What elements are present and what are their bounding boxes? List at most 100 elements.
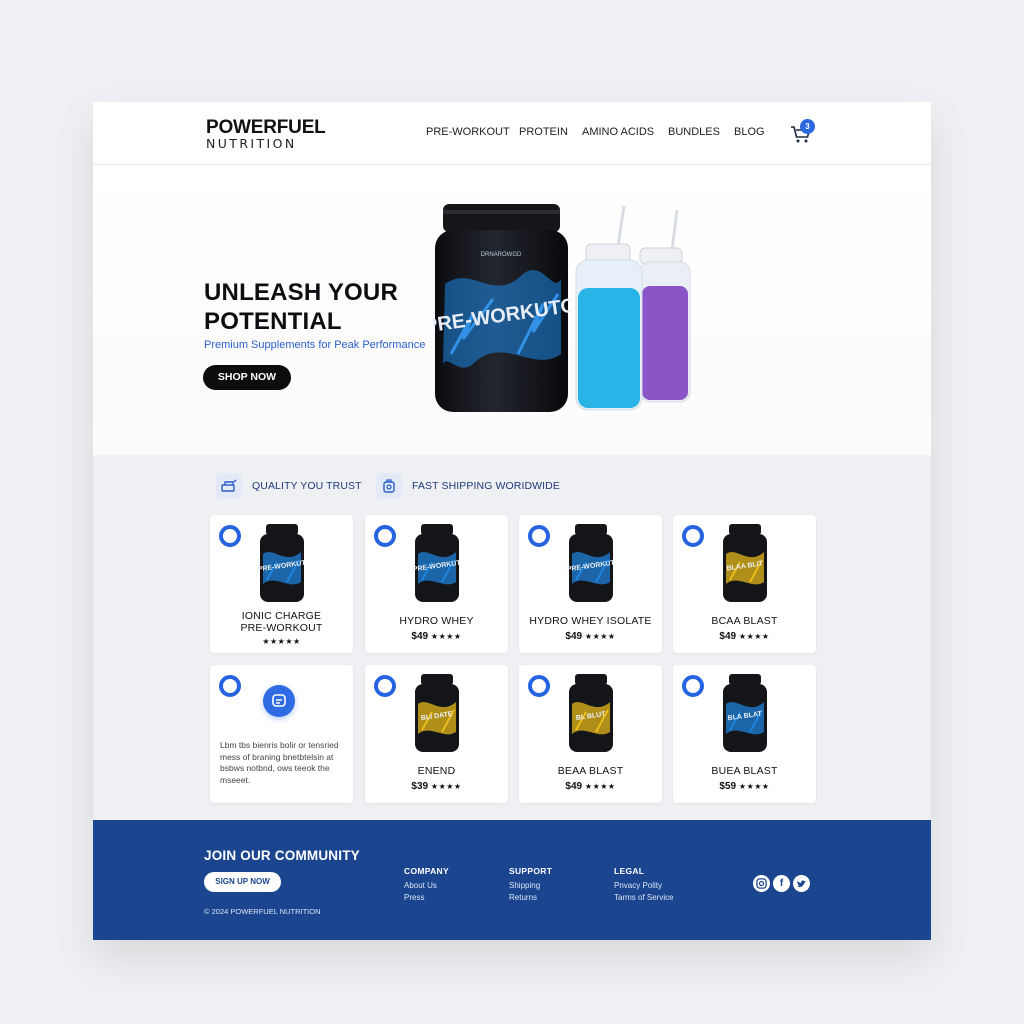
nav-item-pre-workout[interactable]: PRE-WORKOUT: [426, 126, 510, 138]
product-card[interactable]: BLI DATE ENEND $39 ★★★★: [365, 665, 508, 803]
footer-heading-legal: LEGAL: [614, 866, 645, 876]
product-card[interactable]: BL BLUT BEAA BLAST $49 ★★★★: [519, 665, 662, 803]
cart-count-badge: 3: [800, 119, 815, 134]
product-price: $59: [719, 781, 737, 792]
footer-link-press[interactable]: Press: [404, 892, 449, 904]
hero-section: UNLEASH YOUR POTENTIAL Premium Supplemen…: [93, 166, 931, 455]
product-name[interactable]: IONIC CHARGE PRE-WORKOUT: [214, 610, 349, 634]
product-jar-image: PRE-WORKUT: [412, 524, 462, 602]
shipping-icon: [376, 473, 402, 499]
product-card[interactable]: PRE-WORKUT HYDRO WHEY $49 ★★★★: [365, 515, 508, 653]
product-name-line-1: BEAA BLAST: [557, 765, 624, 777]
site-header: POWERFUEL NUTRITION PRE-WORKOUT PROTEIN …: [93, 102, 931, 165]
brand-logo[interactable]: POWERFUEL NUTRITION: [206, 118, 326, 151]
product-price: $49: [719, 631, 737, 642]
product-rating-stars: ★★★★: [584, 782, 616, 791]
product-name[interactable]: ENEND: [369, 765, 504, 777]
product-card[interactable]: BLA BLAT BUEA BLAST $59 ★★★★: [673, 665, 816, 803]
select-radio[interactable]: [528, 525, 550, 547]
product-name[interactable]: HYDRO WHEY ISOLATE: [523, 615, 658, 627]
product-jar-image: PRE-WORKUT: [566, 524, 616, 602]
footer-link-about-us[interactable]: About Us: [404, 880, 449, 892]
select-radio[interactable]: [374, 675, 396, 697]
products-section: QUALITY YOU TRUST FAST SHIPPING WORIDWID…: [93, 455, 931, 821]
footer-column-support: SUPPORT Shipping Returns: [509, 866, 552, 903]
select-radio[interactable]: [682, 675, 704, 697]
site-footer: JOIN OUR COMMUNITY SIGN UP NOW © 2024 PO…: [93, 820, 931, 940]
twitter-icon[interactable]: [793, 875, 810, 892]
instagram-icon[interactable]: [753, 875, 770, 892]
product-name-line-1: BUEA BLAST: [711, 765, 778, 777]
product-meta: $49 ★★★★: [519, 781, 662, 792]
nav-item-protein[interactable]: PROTEIN: [519, 126, 568, 138]
product-name-line-1: BCAA BLAST: [711, 615, 778, 627]
footer-link-privacy-policy[interactable]: Pnvacy Polity: [614, 880, 674, 892]
tub-brand-text: DRNAROWGD: [481, 252, 522, 258]
badge-shipping: FAST SHIPPING WORIDWIDE: [376, 473, 560, 499]
product-card[interactable]: Lbm tbs bienris bolir or tensried mess o…: [210, 665, 353, 803]
nav-item-blog[interactable]: BLOG: [734, 126, 765, 138]
product-card[interactable]: PRE-WORKUT IONIC CHARGE PRE-WORKOUT ★★★★★: [210, 515, 353, 653]
product-rating-stars: ★★★★: [430, 632, 462, 641]
footer-column-company: COMPANY About Us Press: [404, 866, 449, 903]
product-jar-image: BLAA BLIT: [723, 524, 767, 602]
brand-subname: NUTRITION: [206, 136, 297, 151]
nav-item-bundles[interactable]: BUNDLES: [668, 126, 720, 138]
product-jar-image: PRE-WORKUT: [257, 524, 307, 602]
product-name-line-1: HYDRO WHEY ISOLATE: [529, 615, 652, 627]
product-name-line-1: HYDRO WHEY: [399, 615, 474, 627]
select-radio[interactable]: [528, 675, 550, 697]
product-rating-stars: ★★★★: [738, 782, 770, 791]
footer-link-shipping[interactable]: Shipping: [509, 880, 552, 892]
product-name[interactable]: BUEA BLAST: [677, 765, 812, 777]
product-name[interactable]: BEAA BLAST: [523, 765, 658, 777]
chat-icon[interactable]: [263, 685, 295, 717]
shaker-bottles-image: [575, 206, 691, 411]
select-radio[interactable]: [374, 525, 396, 547]
product-rating-stars: ★★★★: [584, 632, 616, 641]
page: POWERFUEL NUTRITION PRE-WORKOUT PROTEIN …: [93, 102, 931, 940]
product-price: $49: [565, 631, 583, 642]
product-card[interactable]: BLAA BLIT BCAA BLAST $49 ★★★★: [673, 515, 816, 653]
product-rating-stars: ★★★★: [430, 782, 462, 791]
brand-name: POWERFUEL: [206, 117, 326, 138]
product-rating-stars: ★★★★★: [262, 637, 301, 646]
product-meta: $59 ★★★★: [673, 781, 816, 792]
product-name-line-2: PRE-WORKOUT: [240, 622, 323, 634]
footer-title: JOIN OUR COMMUNITY: [204, 848, 360, 863]
hero-title-line-2: POTENTIAL: [204, 308, 342, 335]
shop-now-button[interactable]: SHOP NOW: [203, 365, 291, 390]
product-rating-stars: ★★★★: [738, 632, 770, 641]
footer-column-legal: LEGAL Pnvacy Polity Tarms of Service: [614, 866, 674, 903]
select-radio[interactable]: [219, 525, 241, 547]
product-meta: $49 ★★★★: [365, 631, 508, 642]
hero-title-line-1: UNLEASH YOUR: [204, 279, 398, 306]
footer-heading-support: SUPPORT: [509, 866, 553, 876]
product-meta: $49 ★★★★: [673, 631, 816, 642]
quality-icon: [216, 473, 242, 499]
product-meta: ★★★★★: [210, 636, 353, 647]
select-radio[interactable]: [682, 525, 704, 547]
select-radio[interactable]: [219, 675, 241, 697]
facebook-icon[interactable]: f: [773, 875, 790, 892]
badge-quality: QUALITY YOU TRUST: [216, 473, 362, 499]
footer-heading-company: COMPANY: [404, 866, 449, 876]
product-jar-image: BLA BLAT: [723, 674, 767, 752]
social-links: f: [753, 875, 810, 892]
info-text: Lbm tbs bienris bolir or tensried mess o…: [220, 740, 339, 785]
product-name[interactable]: BCAA BLAST: [677, 615, 812, 627]
footer-link-terms[interactable]: Tarms of Service: [614, 892, 674, 904]
product-name[interactable]: HYDRO WHEY: [369, 615, 504, 627]
product-jar-image: BL BLUT: [569, 674, 613, 752]
product-name-line-1: IONIC CHARGE: [241, 610, 322, 622]
product-jar-image: BLI DATE: [415, 674, 459, 752]
product-meta: $49 ★★★★: [519, 631, 662, 642]
product-price: $39: [411, 781, 429, 792]
sign-up-button[interactable]: SIGN UP NOW: [204, 872, 281, 892]
nav-item-amino-acids[interactable]: AMINO ACIDS: [582, 126, 654, 138]
footer-link-returns[interactable]: Returns: [509, 892, 552, 904]
product-meta: $39 ★★★★: [365, 781, 508, 792]
product-card[interactable]: PRE-WORKUT HYDRO WHEY ISOLATE $49 ★★★★: [519, 515, 662, 653]
copyright-text: © 2024 POWERFUEL NUTRITION: [204, 907, 321, 916]
badge-shipping-label: FAST SHIPPING WORIDWIDE: [412, 480, 560, 492]
